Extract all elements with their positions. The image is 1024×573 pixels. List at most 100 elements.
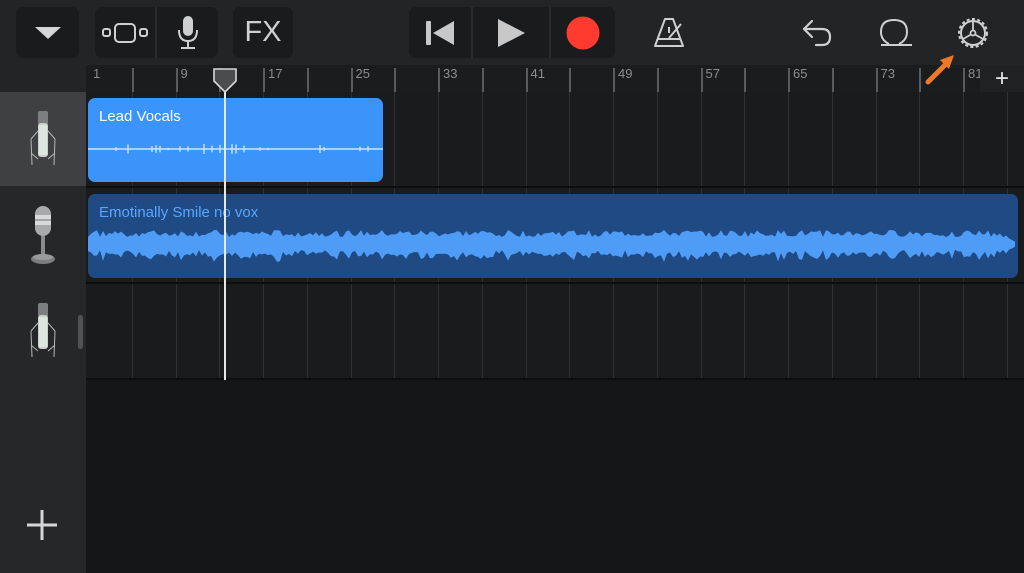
ruler-bar-label: 1 <box>93 66 101 81</box>
settings-button[interactable] <box>950 7 996 58</box>
grid-line <box>700 284 702 378</box>
grid-line <box>438 92 439 186</box>
ruler-tick <box>131 68 134 92</box>
ruler-tick <box>744 68 747 92</box>
transport-controls <box>409 7 615 58</box>
grid-line <box>263 284 264 378</box>
go-to-start-button[interactable] <box>409 7 471 58</box>
browser-button[interactable] <box>16 7 79 58</box>
grid-line <box>656 92 658 186</box>
track-lane-emotinally-smile[interactable]: Emotinally Smile no vox <box>86 188 1024 282</box>
grid-line <box>219 284 221 378</box>
vintage-microphone-icon <box>31 206 55 264</box>
ruler-bar-label: 41 <box>530 66 545 81</box>
grid-line <box>613 284 614 378</box>
plus-icon <box>27 510 57 540</box>
playhead-handle[interactable] <box>212 68 237 94</box>
grid-line <box>350 284 352 378</box>
grid-line <box>525 92 527 186</box>
track-header-lead-vocals[interactable] <box>0 92 86 186</box>
ruler-bar-label: 65 <box>793 66 808 81</box>
skip-back-icon <box>426 20 454 45</box>
track-header-emotinally-smile[interactable] <box>0 188 86 282</box>
condenser-microphone-icon <box>30 303 56 358</box>
ruler-tick <box>963 68 965 92</box>
waveform <box>88 144 384 154</box>
add-section-button[interactable]: + <box>980 65 1024 92</box>
play-icon <box>498 18 525 47</box>
ruler-corner <box>0 65 86 92</box>
grid-line <box>481 284 483 378</box>
ruler-tick <box>919 68 922 92</box>
grid-line <box>1006 92 1008 186</box>
ruler-tick <box>175 68 178 92</box>
audio-region[interactable]: Emotinally Smile no vox <box>88 194 1018 278</box>
track-header-3[interactable] <box>0 284 86 378</box>
grid-line <box>394 284 396 378</box>
control-bar: FX <box>0 0 1024 65</box>
triangle-down-icon <box>34 26 61 39</box>
grid-line <box>569 92 571 186</box>
grid-line <box>700 92 702 186</box>
metronome-icon <box>654 17 684 47</box>
grid-line <box>481 92 483 186</box>
waveform <box>88 230 1015 262</box>
ruler-bar-label: 33 <box>443 66 458 81</box>
loop-browser-button[interactable] <box>874 7 918 58</box>
ruler-bar-label: 17 <box>268 66 283 81</box>
grid-line <box>919 284 921 378</box>
ruler-tick <box>263 68 265 92</box>
ruler-tick <box>394 68 397 92</box>
ruler-tick <box>613 68 615 92</box>
record-icon <box>566 16 600 49</box>
grid-line <box>1006 284 1008 378</box>
grid-line <box>525 284 527 378</box>
grid-line <box>788 284 789 378</box>
ruler-tick <box>831 68 834 92</box>
grid-line <box>831 92 833 186</box>
ruler-bar-label: 25 <box>355 66 370 81</box>
undo-button[interactable] <box>796 7 838 58</box>
track-lane-3[interactable] <box>86 284 1024 378</box>
loop-icon <box>879 18 912 46</box>
tracks-view-button[interactable] <box>95 7 155 58</box>
ruler-tick <box>569 68 572 92</box>
lane-divider <box>86 378 1024 380</box>
instrument-button[interactable] <box>157 7 218 58</box>
metronome-button[interactable] <box>648 7 690 58</box>
grid-line <box>306 284 308 378</box>
audio-region[interactable]: Lead Vocals <box>88 98 384 182</box>
grid-line <box>963 284 964 378</box>
grid-line <box>919 92 921 186</box>
gear-icon <box>958 17 988 48</box>
track-header-resize-handle[interactable] <box>78 315 83 349</box>
track-lane-lead-vocals[interactable]: Lead Vocals <box>86 92 1024 186</box>
fx-button[interactable]: FX <box>233 7 293 58</box>
ruler-tick <box>525 68 528 92</box>
playhead-line[interactable] <box>223 80 226 380</box>
arrow-pointer-icon <box>925 55 954 85</box>
track-headers <box>0 92 86 573</box>
ruler-tick <box>350 68 353 92</box>
grid-line <box>788 92 789 186</box>
grid-line <box>569 284 571 378</box>
grid-line <box>613 92 614 186</box>
grid-line <box>875 92 877 186</box>
record-button[interactable] <box>551 7 615 58</box>
condenser-microphone-icon <box>30 111 56 166</box>
tracks-view-icon <box>102 22 148 43</box>
add-track-button[interactable] <box>22 505 62 545</box>
grid-line <box>744 284 746 378</box>
ruler-tick <box>788 68 790 92</box>
ruler-tick <box>875 68 878 92</box>
play-button[interactable] <box>473 7 549 58</box>
ruler-tick <box>656 68 659 92</box>
grid-line <box>744 92 746 186</box>
view-segment <box>95 7 218 58</box>
ruler-bar-label: 49 <box>618 66 633 81</box>
microphone-icon <box>177 15 198 49</box>
grid-line <box>394 92 396 186</box>
grid-line <box>131 284 133 378</box>
ruler-tick <box>481 68 484 92</box>
grid-line <box>438 284 439 378</box>
